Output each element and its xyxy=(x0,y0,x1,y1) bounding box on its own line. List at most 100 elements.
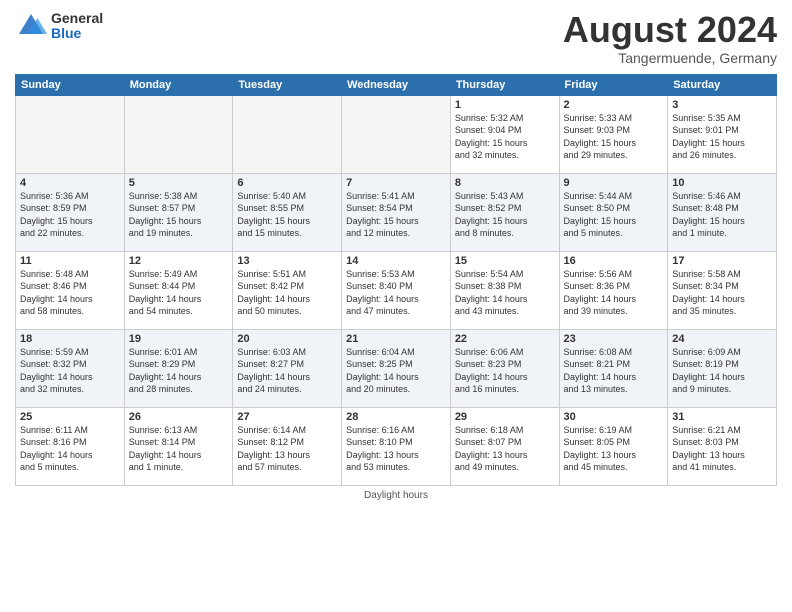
day-number: 9 xyxy=(564,177,664,189)
day-info: Sunrise: 5:46 AM Sunset: 8:48 PM Dayligh… xyxy=(672,190,772,240)
day-info: Sunrise: 6:01 AM Sunset: 8:29 PM Dayligh… xyxy=(129,346,229,396)
calendar-day: 7Sunrise: 5:41 AM Sunset: 8:54 PM Daylig… xyxy=(342,173,451,251)
calendar-day: 10Sunrise: 5:46 AM Sunset: 8:48 PM Dayli… xyxy=(668,173,777,251)
col-monday: Monday xyxy=(124,74,233,95)
col-tuesday: Tuesday xyxy=(233,74,342,95)
day-number: 18 xyxy=(20,333,120,345)
day-number: 31 xyxy=(672,411,772,423)
col-sunday: Sunday xyxy=(16,74,125,95)
calendar-day: 9Sunrise: 5:44 AM Sunset: 8:50 PM Daylig… xyxy=(559,173,668,251)
day-number: 25 xyxy=(20,411,120,423)
calendar-day: 5Sunrise: 5:38 AM Sunset: 8:57 PM Daylig… xyxy=(124,173,233,251)
day-number: 17 xyxy=(672,255,772,267)
day-number: 22 xyxy=(455,333,555,345)
page-container: General Blue August 2024 Tangermuende, G… xyxy=(0,0,792,511)
day-number: 3 xyxy=(672,99,772,111)
day-number: 12 xyxy=(129,255,229,267)
logo-icon xyxy=(15,10,47,42)
calendar-day: 1Sunrise: 5:32 AM Sunset: 9:04 PM Daylig… xyxy=(450,95,559,173)
col-thursday: Thursday xyxy=(450,74,559,95)
day-info: Sunrise: 6:18 AM Sunset: 8:07 PM Dayligh… xyxy=(455,424,555,474)
day-info: Sunrise: 5:40 AM Sunset: 8:55 PM Dayligh… xyxy=(237,190,337,240)
calendar-week-5: 25Sunrise: 6:11 AM Sunset: 8:16 PM Dayli… xyxy=(16,407,777,485)
day-number: 27 xyxy=(237,411,337,423)
day-info: Sunrise: 5:49 AM Sunset: 8:44 PM Dayligh… xyxy=(129,268,229,318)
day-number: 28 xyxy=(346,411,446,423)
calendar-day xyxy=(233,95,342,173)
calendar-day: 26Sunrise: 6:13 AM Sunset: 8:14 PM Dayli… xyxy=(124,407,233,485)
day-info: Sunrise: 5:35 AM Sunset: 9:01 PM Dayligh… xyxy=(672,112,772,162)
day-number: 4 xyxy=(20,177,120,189)
calendar-day: 30Sunrise: 6:19 AM Sunset: 8:05 PM Dayli… xyxy=(559,407,668,485)
day-number: 19 xyxy=(129,333,229,345)
day-info: Sunrise: 5:33 AM Sunset: 9:03 PM Dayligh… xyxy=(564,112,664,162)
day-info: Sunrise: 6:14 AM Sunset: 8:12 PM Dayligh… xyxy=(237,424,337,474)
day-number: 15 xyxy=(455,255,555,267)
day-info: Sunrise: 6:04 AM Sunset: 8:25 PM Dayligh… xyxy=(346,346,446,396)
day-number: 16 xyxy=(564,255,664,267)
day-number: 30 xyxy=(564,411,664,423)
day-number: 29 xyxy=(455,411,555,423)
calendar-week-1: 1Sunrise: 5:32 AM Sunset: 9:04 PM Daylig… xyxy=(16,95,777,173)
day-info: Sunrise: 5:56 AM Sunset: 8:36 PM Dayligh… xyxy=(564,268,664,318)
calendar-day: 31Sunrise: 6:21 AM Sunset: 8:03 PM Dayli… xyxy=(668,407,777,485)
day-info: Sunrise: 6:19 AM Sunset: 8:05 PM Dayligh… xyxy=(564,424,664,474)
day-info: Sunrise: 5:41 AM Sunset: 8:54 PM Dayligh… xyxy=(346,190,446,240)
header-row: Sunday Monday Tuesday Wednesday Thursday… xyxy=(16,74,777,95)
calendar-day: 17Sunrise: 5:58 AM Sunset: 8:34 PM Dayli… xyxy=(668,251,777,329)
col-wednesday: Wednesday xyxy=(342,74,451,95)
day-number: 11 xyxy=(20,255,120,267)
calendar-day: 15Sunrise: 5:54 AM Sunset: 8:38 PM Dayli… xyxy=(450,251,559,329)
day-info: Sunrise: 6:03 AM Sunset: 8:27 PM Dayligh… xyxy=(237,346,337,396)
day-number: 10 xyxy=(672,177,772,189)
calendar-day: 2Sunrise: 5:33 AM Sunset: 9:03 PM Daylig… xyxy=(559,95,668,173)
calendar-day: 4Sunrise: 5:36 AM Sunset: 8:59 PM Daylig… xyxy=(16,173,125,251)
calendar-day: 22Sunrise: 6:06 AM Sunset: 8:23 PM Dayli… xyxy=(450,329,559,407)
day-number: 7 xyxy=(346,177,446,189)
day-info: Sunrise: 5:38 AM Sunset: 8:57 PM Dayligh… xyxy=(129,190,229,240)
header: General Blue August 2024 Tangermuende, G… xyxy=(15,10,777,66)
day-number: 14 xyxy=(346,255,446,267)
day-number: 1 xyxy=(455,99,555,111)
calendar-day: 14Sunrise: 5:53 AM Sunset: 8:40 PM Dayli… xyxy=(342,251,451,329)
day-number: 20 xyxy=(237,333,337,345)
calendar-day: 24Sunrise: 6:09 AM Sunset: 8:19 PM Dayli… xyxy=(668,329,777,407)
title-block: August 2024 Tangermuende, Germany xyxy=(563,10,777,66)
calendar-day: 6Sunrise: 5:40 AM Sunset: 8:55 PM Daylig… xyxy=(233,173,342,251)
calendar-day: 13Sunrise: 5:51 AM Sunset: 8:42 PM Dayli… xyxy=(233,251,342,329)
day-number: 5 xyxy=(129,177,229,189)
day-number: 6 xyxy=(237,177,337,189)
logo: General Blue xyxy=(15,10,103,42)
calendar-day: 11Sunrise: 5:48 AM Sunset: 8:46 PM Dayli… xyxy=(16,251,125,329)
location: Tangermuende, Germany xyxy=(563,50,777,66)
calendar-day: 21Sunrise: 6:04 AM Sunset: 8:25 PM Dayli… xyxy=(342,329,451,407)
day-number: 26 xyxy=(129,411,229,423)
day-info: Sunrise: 5:36 AM Sunset: 8:59 PM Dayligh… xyxy=(20,190,120,240)
calendar-day xyxy=(16,95,125,173)
day-info: Sunrise: 5:48 AM Sunset: 8:46 PM Dayligh… xyxy=(20,268,120,318)
col-friday: Friday xyxy=(559,74,668,95)
calendar-day xyxy=(124,95,233,173)
calendar-table: Sunday Monday Tuesday Wednesday Thursday… xyxy=(15,74,777,486)
day-number: 2 xyxy=(564,99,664,111)
day-info: Sunrise: 5:58 AM Sunset: 8:34 PM Dayligh… xyxy=(672,268,772,318)
day-info: Sunrise: 6:09 AM Sunset: 8:19 PM Dayligh… xyxy=(672,346,772,396)
calendar-day: 20Sunrise: 6:03 AM Sunset: 8:27 PM Dayli… xyxy=(233,329,342,407)
logo-blue: Blue xyxy=(51,26,103,41)
calendar-week-2: 4Sunrise: 5:36 AM Sunset: 8:59 PM Daylig… xyxy=(16,173,777,251)
calendar-day: 12Sunrise: 5:49 AM Sunset: 8:44 PM Dayli… xyxy=(124,251,233,329)
calendar-day: 25Sunrise: 6:11 AM Sunset: 8:16 PM Dayli… xyxy=(16,407,125,485)
day-info: Sunrise: 6:08 AM Sunset: 8:21 PM Dayligh… xyxy=(564,346,664,396)
calendar-day xyxy=(342,95,451,173)
day-info: Sunrise: 5:53 AM Sunset: 8:40 PM Dayligh… xyxy=(346,268,446,318)
calendar-day: 27Sunrise: 6:14 AM Sunset: 8:12 PM Dayli… xyxy=(233,407,342,485)
logo-general: General xyxy=(51,11,103,26)
calendar-day: 19Sunrise: 6:01 AM Sunset: 8:29 PM Dayli… xyxy=(124,329,233,407)
day-info: Sunrise: 6:13 AM Sunset: 8:14 PM Dayligh… xyxy=(129,424,229,474)
day-info: Sunrise: 5:51 AM Sunset: 8:42 PM Dayligh… xyxy=(237,268,337,318)
day-number: 13 xyxy=(237,255,337,267)
day-number: 23 xyxy=(564,333,664,345)
day-info: Sunrise: 5:44 AM Sunset: 8:50 PM Dayligh… xyxy=(564,190,664,240)
day-info: Sunrise: 6:21 AM Sunset: 8:03 PM Dayligh… xyxy=(672,424,772,474)
calendar-day: 8Sunrise: 5:43 AM Sunset: 8:52 PM Daylig… xyxy=(450,173,559,251)
